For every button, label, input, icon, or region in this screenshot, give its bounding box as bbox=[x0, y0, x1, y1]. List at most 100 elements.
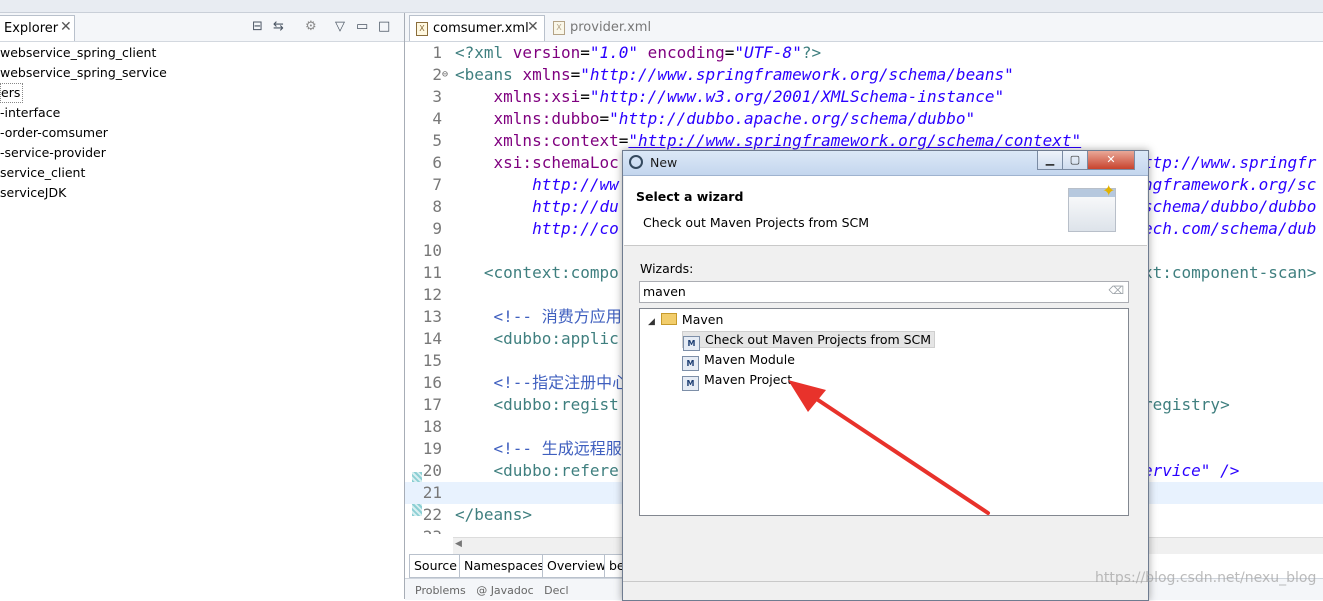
code-line: xmlns:dubbo="http://dubbo.apache.org/sch… bbox=[455, 109, 976, 128]
maven-project-icon: M bbox=[682, 376, 699, 391]
minimize-icon[interactable]: ▭ bbox=[356, 19, 368, 34]
tab-source[interactable]: Source bbox=[409, 554, 462, 578]
wizard-item[interactable]: M Check out Maven Projects from SCM bbox=[682, 330, 936, 351]
dialog-title: New bbox=[650, 155, 678, 170]
tree-item[interactable]: webservice_spring_client bbox=[0, 43, 158, 63]
code-line: http://co bbox=[455, 219, 619, 238]
line-number: 14 bbox=[422, 329, 442, 348]
tab-label: comsumer.xml bbox=[433, 21, 529, 36]
maximize-button[interactable]: ▢ bbox=[1062, 151, 1088, 170]
tree-item[interactable]: -service-provider bbox=[0, 143, 108, 163]
code-line-fragment: ngframework.org/sc bbox=[1143, 175, 1317, 194]
dialog-divider bbox=[623, 581, 1148, 582]
eclipse-icon bbox=[629, 155, 643, 169]
banner-description: Check out Maven Projects from SCM bbox=[643, 215, 870, 230]
close-icon[interactable]: ✕ bbox=[60, 19, 72, 35]
collapse-all-icon[interactable]: ⊟ bbox=[252, 19, 263, 34]
close-icon[interactable]: ✕ bbox=[527, 19, 539, 35]
folder-icon bbox=[660, 313, 677, 325]
line-number: 18 bbox=[422, 417, 442, 436]
line-number: 23 bbox=[405, 526, 442, 534]
wizard-item[interactable]: M Maven Project bbox=[682, 370, 793, 391]
settings-icon[interactable]: ⚙ bbox=[305, 19, 317, 34]
close-button[interactable]: ✕ bbox=[1087, 151, 1135, 170]
clear-filter-icon[interactable]: ⌫ bbox=[1108, 284, 1124, 297]
wizard-item[interactable]: M Maven Module bbox=[682, 350, 795, 371]
code-line-fragment: xt:component-scan> bbox=[1143, 263, 1317, 282]
dialog-titlebar: New ▁ ▢ ✕ bbox=[623, 151, 1148, 176]
project-explorer-panel: Explorer ✕ ⊟ ⇆ ⚙ ▽ ▭ □ webservice_spring… bbox=[0, 13, 405, 599]
wizards-label: Wizards: bbox=[640, 261, 694, 276]
scroll-left-icon[interactable]: ◀ bbox=[455, 539, 462, 549]
line-number: 21 bbox=[422, 483, 442, 502]
line-number: 5 bbox=[432, 131, 442, 150]
editor-tab-bar: X comsumer.xml ✕ X provider.xml bbox=[405, 13, 1323, 42]
maximize-icon[interactable]: □ bbox=[378, 19, 390, 34]
fold-icon[interactable]: ⊖ bbox=[442, 64, 448, 86]
new-wizard-dialog: New ▁ ▢ ✕ Select a wizard Check out Mave… bbox=[622, 150, 1149, 601]
banner-title: Select a wizard bbox=[636, 189, 744, 204]
tree-group-label: Maven bbox=[681, 312, 724, 327]
tab-namespaces[interactable]: Namespaces bbox=[459, 554, 550, 578]
watermark: https://blog.csdn.net/nexu_blog bbox=[1095, 570, 1317, 586]
wizard-item-label: Check out Maven Projects from SCM bbox=[705, 332, 932, 347]
expand-arrow-icon[interactable]: ◢ bbox=[648, 317, 655, 327]
code-line-fragment: ech.com/schema/dub bbox=[1143, 219, 1317, 238]
bottom-views-tabs[interactable]: Problems @ Javadoc Decl bbox=[415, 584, 569, 597]
code-line-fragment: schema/dubbo/dubbo bbox=[1143, 197, 1317, 216]
code-line: http://du bbox=[455, 197, 619, 216]
line-number: 3 bbox=[432, 87, 442, 106]
tab-label: provider.xml bbox=[570, 20, 652, 35]
code-line-fragment: ttp://www.springfr bbox=[1143, 153, 1317, 172]
code-line: <!--指定注册中心 bbox=[455, 373, 629, 392]
line-number: 8 bbox=[432, 197, 442, 216]
tree-item-selected[interactable]: ers bbox=[0, 83, 24, 103]
line-number: 4 bbox=[432, 109, 442, 128]
wizard-item-label: Maven Project bbox=[704, 372, 793, 387]
tab-provider-xml[interactable]: X provider.xml bbox=[547, 15, 651, 40]
link-with-editor-icon[interactable]: ⇆ bbox=[273, 19, 284, 34]
top-toolbar-strip bbox=[0, 0, 1323, 13]
tree-item[interactable]: -order-comsumer bbox=[0, 123, 110, 143]
view-menu-icon[interactable]: ▽ bbox=[335, 19, 345, 34]
tab-overview[interactable]: Overview bbox=[542, 554, 611, 578]
line-number: 16 bbox=[422, 373, 442, 392]
maven-checkout-icon: M bbox=[683, 336, 700, 351]
wizard-item-label: Maven Module bbox=[704, 352, 795, 367]
code-line: <?xml version="1.0" encoding="UTF-8"?> bbox=[455, 43, 822, 62]
code-line: xmlns:context="http://www.springframewor… bbox=[455, 131, 1082, 150]
tab-comsumer-xml[interactable]: X comsumer.xml ✕ bbox=[409, 15, 545, 41]
line-number: 15 bbox=[422, 351, 442, 370]
line-number: 19 bbox=[422, 439, 442, 458]
tree-item[interactable]: webservice_spring_service bbox=[0, 63, 169, 83]
line-number: 7 bbox=[432, 175, 442, 194]
code-line: <dubbo:regist bbox=[455, 395, 619, 414]
code-line: xmlns:xsi="http://www.w3.org/2001/XMLSch… bbox=[455, 87, 1005, 106]
line-number: 1 bbox=[432, 43, 442, 62]
line-number: 9 bbox=[432, 219, 442, 238]
line-number: 17 bbox=[422, 395, 442, 414]
tree-item[interactable]: -interface bbox=[0, 103, 62, 123]
wizard-tree: ◢ Maven M Check out Maven Projects from SC… bbox=[639, 308, 1129, 516]
tree-item[interactable]: serviceJDK bbox=[0, 183, 68, 203]
explorer-tab[interactable]: Explorer ✕ bbox=[0, 15, 75, 41]
code-line: <context:compo bbox=[455, 263, 619, 282]
code-line-fragment: registry> bbox=[1143, 395, 1230, 414]
minimize-button[interactable]: ▁ bbox=[1037, 151, 1063, 170]
line-number: 12 bbox=[422, 285, 442, 304]
line-number: 2 bbox=[432, 65, 442, 84]
code-line: <dubbo:refere bbox=[455, 461, 619, 480]
line-number: 22 bbox=[422, 505, 442, 524]
filter-value: maven bbox=[643, 284, 686, 299]
line-number: 13 bbox=[422, 307, 442, 326]
code-line-fragment: ervice" /> bbox=[1143, 461, 1240, 480]
maven-module-icon: M bbox=[682, 356, 699, 371]
tree-group-maven[interactable]: ◢ Maven bbox=[648, 310, 723, 330]
line-number: 20 bbox=[422, 461, 442, 480]
tree-item[interactable]: service_client bbox=[0, 163, 87, 183]
line-number: 6 bbox=[432, 153, 442, 172]
line-number: 10 bbox=[422, 241, 442, 260]
code-line: <!-- 消费方应用 bbox=[455, 307, 622, 326]
wizard-filter-input[interactable]: maven ⌫ bbox=[639, 281, 1129, 303]
code-line: <beans xmlns="http://www.springframework… bbox=[455, 65, 1014, 84]
